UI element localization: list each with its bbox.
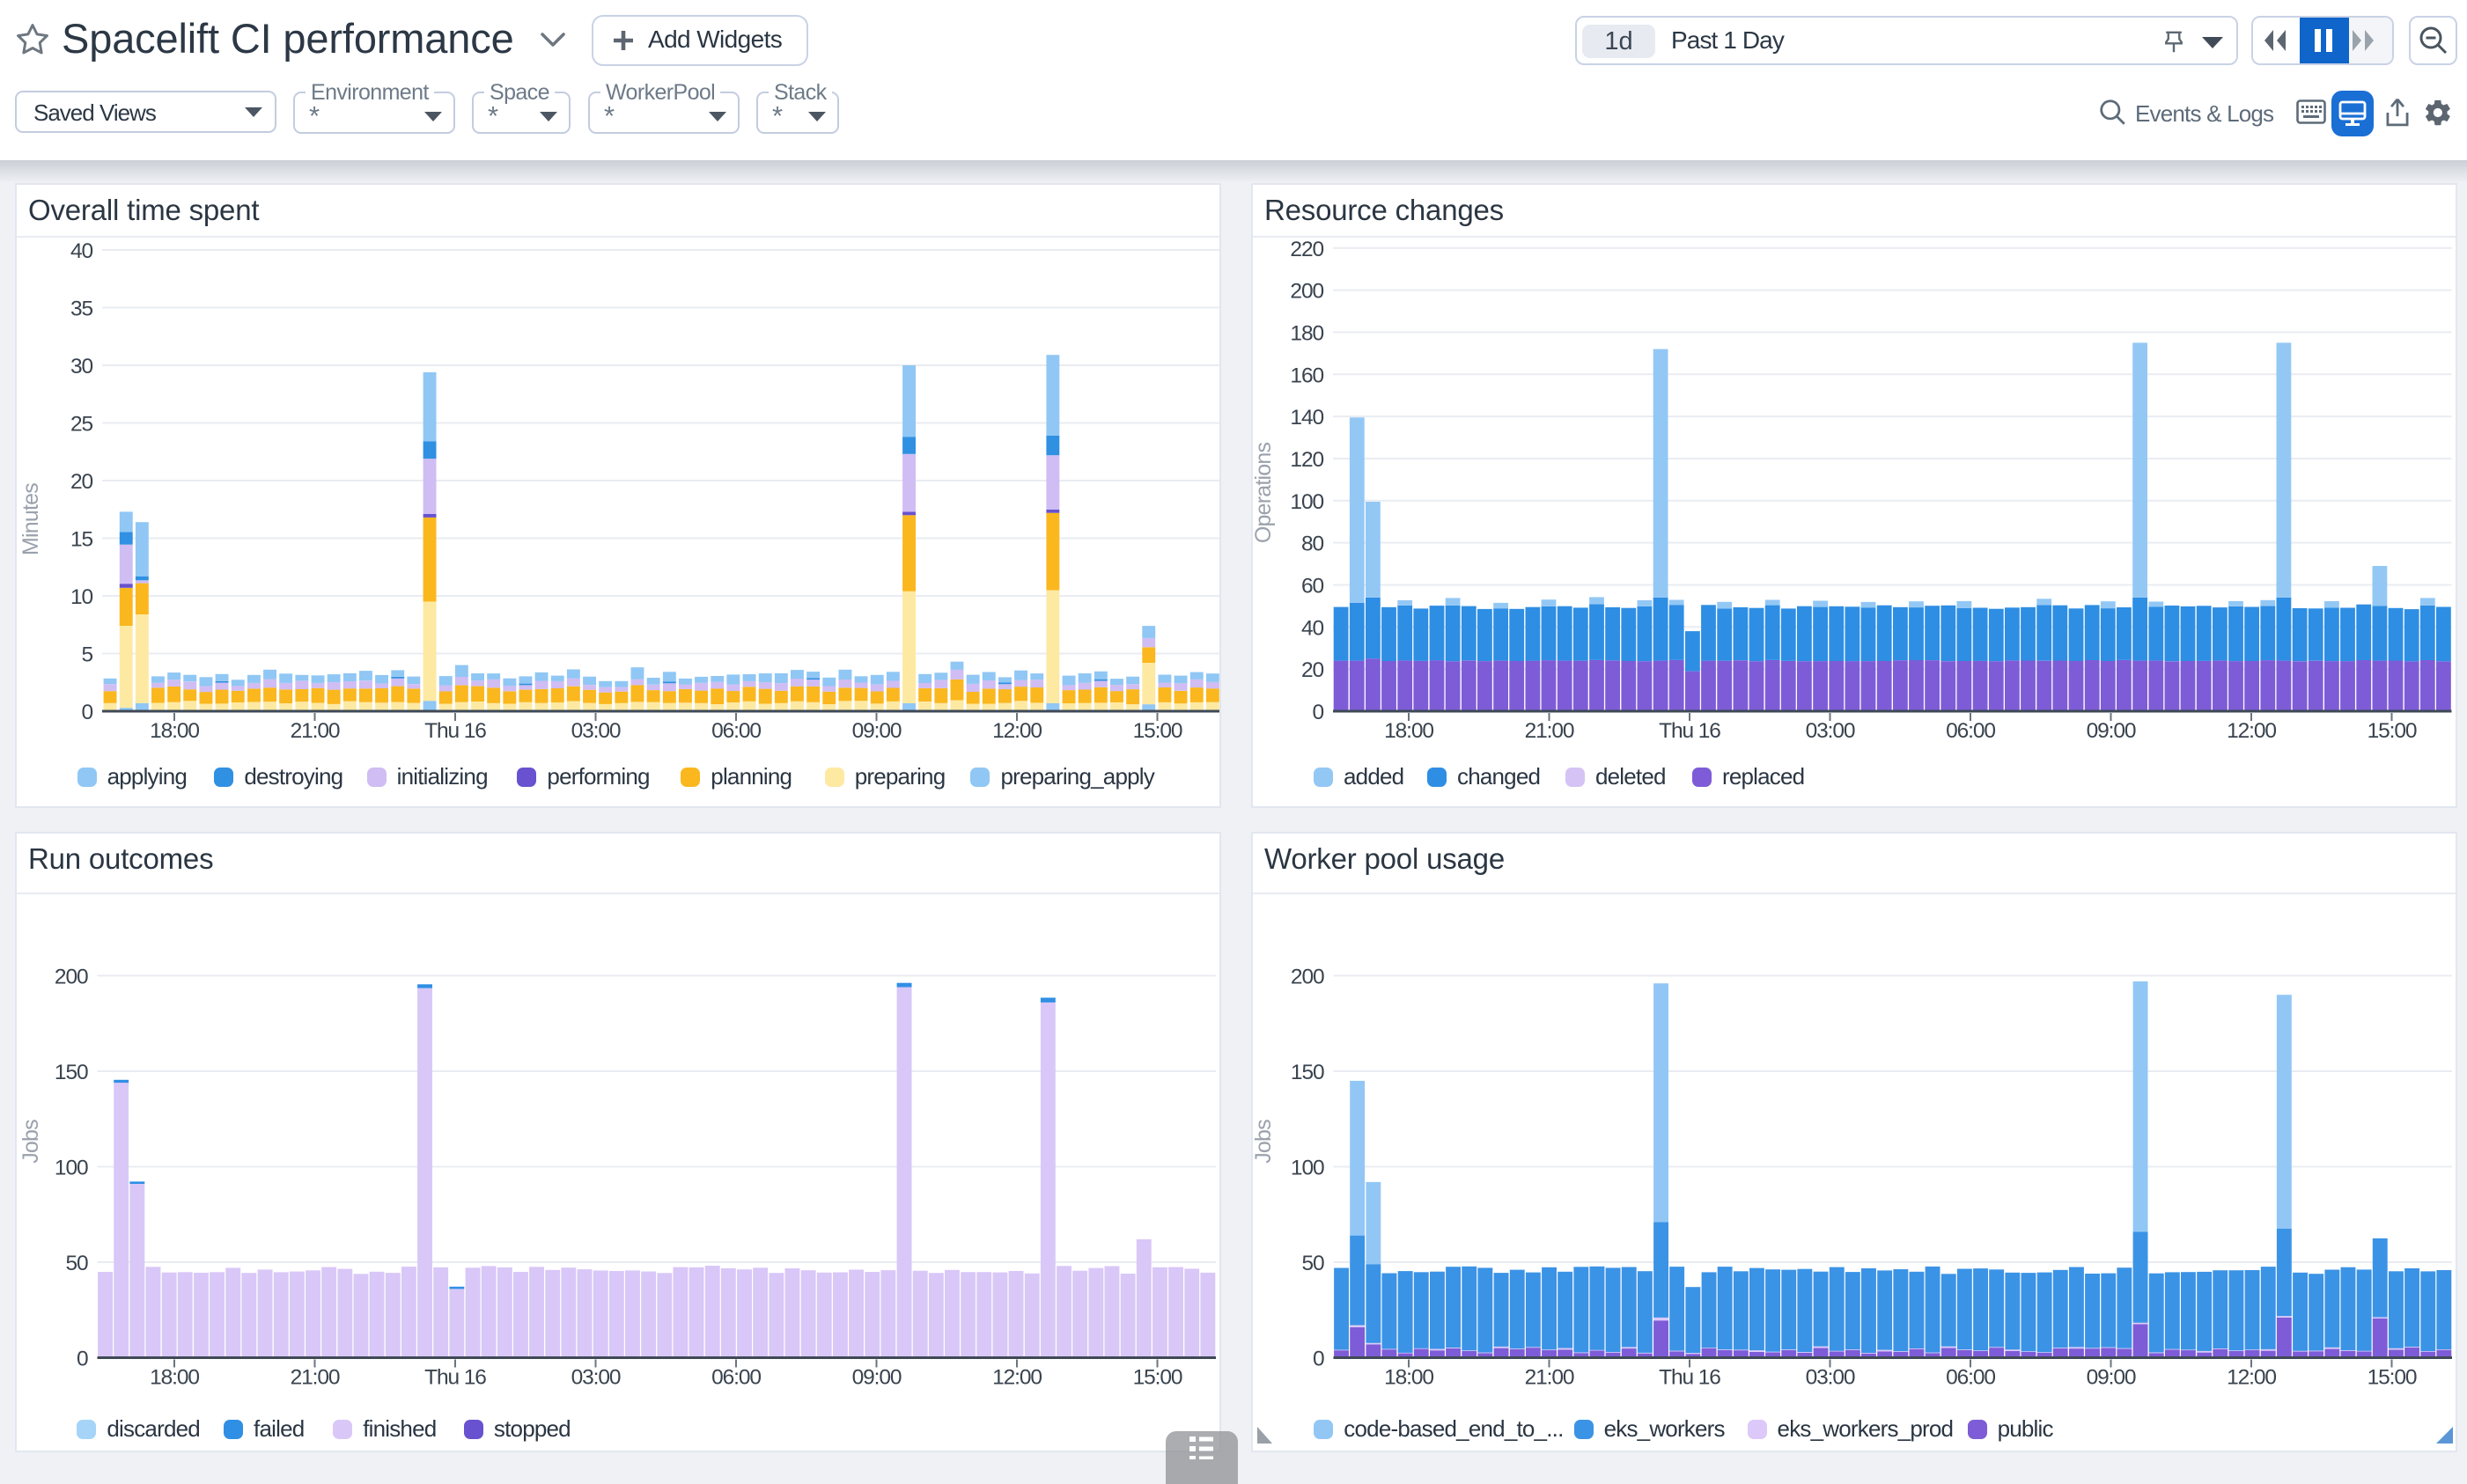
svg-text:Jobs: Jobs — [1253, 1120, 1276, 1164]
svg-text:120: 120 — [1290, 448, 1323, 472]
svg-text:18:00: 18:00 — [150, 1366, 199, 1390]
svg-text:200: 200 — [55, 966, 88, 989]
svg-text:03:00: 03:00 — [571, 1366, 621, 1390]
svg-text:06:00: 06:00 — [1946, 1366, 1995, 1390]
svg-text:03:00: 03:00 — [571, 719, 621, 743]
svg-text:Thu 16: Thu 16 — [424, 719, 486, 743]
svg-text:160: 160 — [1290, 364, 1323, 387]
svg-text:60: 60 — [1301, 575, 1324, 599]
svg-text:200: 200 — [1290, 280, 1323, 304]
svg-text:20: 20 — [1301, 658, 1324, 682]
svg-text:0: 0 — [77, 1348, 88, 1371]
svg-text:0: 0 — [1313, 1348, 1324, 1371]
svg-text:40: 40 — [1301, 616, 1324, 640]
svg-text:10: 10 — [70, 585, 93, 609]
svg-text:21:00: 21:00 — [1525, 719, 1574, 743]
svg-text:220: 220 — [1290, 238, 1323, 261]
svg-text:40: 40 — [70, 239, 93, 263]
svg-text:180: 180 — [1290, 321, 1323, 345]
svg-text:12:00: 12:00 — [2227, 1366, 2276, 1390]
svg-text:15:00: 15:00 — [1133, 719, 1182, 743]
svg-text:03:00: 03:00 — [1806, 1366, 1855, 1390]
svg-text:21:00: 21:00 — [291, 1366, 340, 1390]
svg-text:18:00: 18:00 — [1384, 1366, 1433, 1390]
svg-text:50: 50 — [65, 1252, 88, 1275]
svg-text:06:00: 06:00 — [1946, 719, 1995, 743]
svg-text:140: 140 — [1290, 406, 1323, 430]
svg-text:06:00: 06:00 — [711, 1366, 761, 1390]
svg-text:Jobs: Jobs — [18, 1120, 43, 1164]
svg-text:Thu 16: Thu 16 — [1659, 1366, 1720, 1390]
svg-text:0: 0 — [1312, 701, 1323, 724]
svg-text:100: 100 — [1291, 1157, 1324, 1180]
svg-text:Thu 16: Thu 16 — [1659, 719, 1720, 743]
svg-text:06:00: 06:00 — [711, 719, 761, 743]
svg-text:Minutes: Minutes — [18, 483, 43, 555]
svg-text:Operations: Operations — [1253, 443, 1276, 544]
svg-text:09:00: 09:00 — [2087, 719, 2136, 743]
svg-text:18:00: 18:00 — [150, 719, 199, 743]
svg-text:09:00: 09:00 — [852, 1366, 902, 1390]
svg-text:150: 150 — [55, 1061, 88, 1084]
svg-text:5: 5 — [81, 643, 92, 667]
svg-text:03:00: 03:00 — [1806, 719, 1855, 743]
svg-text:15: 15 — [70, 528, 93, 552]
svg-text:25: 25 — [70, 413, 93, 437]
svg-text:Thu 16: Thu 16 — [424, 1366, 486, 1390]
svg-text:12:00: 12:00 — [992, 1366, 1042, 1390]
svg-text:21:00: 21:00 — [291, 719, 340, 743]
svg-text:80: 80 — [1301, 533, 1324, 556]
svg-text:15:00: 15:00 — [2368, 719, 2417, 743]
svg-text:12:00: 12:00 — [992, 719, 1042, 743]
svg-text:30: 30 — [70, 355, 93, 378]
svg-text:200: 200 — [1291, 966, 1324, 989]
svg-text:09:00: 09:00 — [852, 719, 902, 743]
svg-text:15:00: 15:00 — [1133, 1366, 1182, 1390]
svg-text:20: 20 — [70, 470, 93, 494]
svg-text:09:00: 09:00 — [2087, 1366, 2136, 1390]
svg-text:0: 0 — [81, 701, 92, 724]
svg-text:150: 150 — [1291, 1061, 1324, 1084]
svg-text:100: 100 — [1290, 490, 1323, 514]
svg-text:50: 50 — [1301, 1252, 1324, 1275]
svg-text:15:00: 15:00 — [2368, 1366, 2417, 1390]
svg-text:18:00: 18:00 — [1384, 719, 1433, 743]
svg-text:100: 100 — [55, 1157, 88, 1180]
svg-text:12:00: 12:00 — [2227, 719, 2276, 743]
svg-text:35: 35 — [70, 298, 93, 321]
svg-text:21:00: 21:00 — [1525, 1366, 1574, 1390]
